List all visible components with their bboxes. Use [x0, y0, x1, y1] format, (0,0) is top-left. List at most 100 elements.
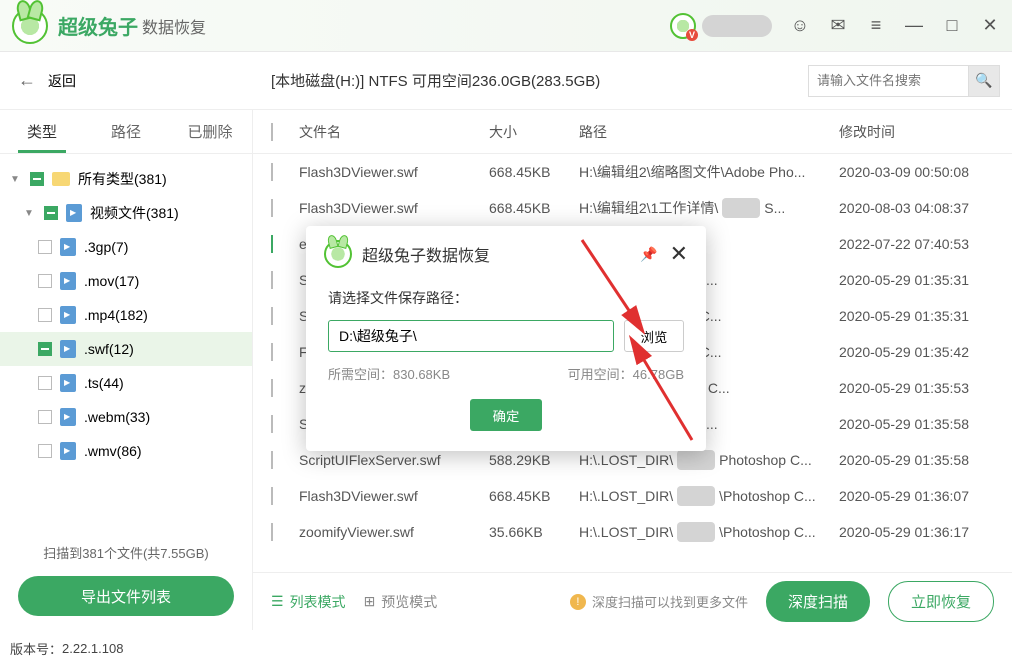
cell-mtime: 2020-08-03 04:08:37 — [839, 200, 1012, 216]
select-all-checkbox[interactable] — [271, 123, 273, 141]
checkbox-partial[interactable] — [38, 342, 52, 356]
row-checkbox[interactable] — [271, 451, 273, 469]
search-button[interactable]: 🔍 — [968, 65, 1000, 97]
row-checkbox[interactable] — [271, 415, 273, 433]
tree-label: .webm(33) — [84, 409, 150, 425]
checkbox[interactable] — [38, 444, 52, 458]
app-subtitle: 数据恢复 — [142, 14, 206, 38]
available-space: 可用空间：46.78GB — [568, 364, 684, 383]
bottom-toolbar: ☰ 列表模式 ⊞ 预览模式 ! 深度扫描可以找到更多文件 深度扫描 立即恢复 — [253, 572, 1012, 630]
preview-mode-button[interactable]: ⊞ 预览模式 — [364, 592, 438, 612]
app-title: 超级兔子 — [58, 11, 138, 40]
col-path[interactable]: 路径 — [579, 122, 839, 142]
video-file-icon — [60, 408, 76, 426]
checkbox-partial[interactable] — [30, 172, 44, 186]
cell-mtime: 2020-05-29 01:36:07 — [839, 488, 1012, 504]
checkbox[interactable] — [38, 240, 52, 254]
table-row[interactable]: Flash3DViewer.swf668.45KBH:\编辑组2\1工作详情\S… — [253, 190, 1012, 226]
tab-path[interactable]: 路径 — [84, 110, 168, 153]
dialog-logo-icon — [324, 240, 352, 268]
list-mode-button[interactable]: ☰ 列表模式 — [271, 592, 346, 612]
deep-scan-button[interactable]: 深度扫描 — [766, 581, 870, 622]
tree-ext-mp4[interactable]: .mp4(182) — [0, 298, 252, 332]
caret-down-icon: ▼ — [10, 174, 22, 185]
statusbar: 版本号： 2.22.1.108 — [0, 630, 123, 666]
close-icon[interactable]: ✕ — [980, 16, 1000, 36]
minimize-icon[interactable]: — — [904, 16, 924, 36]
cell-size: 668.45KB — [489, 488, 579, 504]
checkbox[interactable] — [38, 410, 52, 424]
back-button[interactable]: ← 返回 — [0, 52, 253, 109]
tree-label: .3gp(7) — [84, 239, 128, 255]
row-checkbox[interactable] — [271, 163, 273, 181]
tree-ext-3gp[interactable]: .3gp(7) — [0, 230, 252, 264]
save-path-input[interactable] — [328, 320, 614, 352]
checkbox[interactable] — [38, 376, 52, 390]
back-arrow-icon: ← — [18, 70, 36, 91]
cell-path: H:\.LOST_DIR\Photoshop C... — [579, 450, 839, 470]
checkbox[interactable] — [38, 308, 52, 322]
export-list-button[interactable]: 导出文件列表 — [18, 576, 234, 616]
browse-button[interactable]: 浏览 — [624, 320, 684, 352]
row-checkbox[interactable] — [271, 523, 273, 541]
save-path-dialog: 超级兔子数据恢复 📌 ✕ 请选择文件保存路径： 浏览 所需空间：830.68KB… — [306, 226, 706, 451]
checkbox[interactable] — [38, 274, 52, 288]
user-name-placeholder — [702, 15, 772, 37]
maximize-icon[interactable]: □ — [942, 16, 962, 36]
row-checkbox[interactable] — [271, 343, 273, 361]
cell-filename: Flash3DViewer.swf — [299, 488, 489, 504]
video-file-icon — [66, 204, 82, 222]
col-mtime[interactable]: 修改时间 — [839, 122, 1012, 142]
masked-text — [677, 486, 715, 506]
cell-path: H:\.LOST_DIR\\Photoshop C... — [579, 522, 839, 542]
tab-deleted[interactable]: 已删除 — [168, 110, 252, 153]
row-checkbox[interactable] — [271, 307, 273, 325]
cell-size: 35.66KB — [489, 524, 579, 540]
row-checkbox[interactable] — [271, 487, 273, 505]
table-row[interactable]: Flash3DViewer.swf668.45KBH:\编辑组2\缩略图文件\A… — [253, 154, 1012, 190]
row-checkbox[interactable] — [271, 235, 273, 253]
row-checkbox[interactable] — [271, 199, 273, 217]
tree-label: 所有类型(381) — [78, 169, 167, 189]
tree-ext-ts[interactable]: .ts(44) — [0, 366, 252, 400]
table-row[interactable]: zoomifyViewer.swf35.66KBH:\.LOST_DIR\\Ph… — [253, 514, 1012, 550]
menu-icon[interactable]: ≡ — [866, 16, 886, 36]
list-mode-label: 列表模式 — [290, 592, 346, 612]
tab-type[interactable]: 类型 — [0, 110, 84, 153]
confirm-button[interactable]: 确定 — [470, 399, 542, 431]
list-icon: ☰ — [271, 593, 284, 610]
col-filename[interactable]: 文件名 — [299, 122, 489, 142]
tree-ext-mov[interactable]: .mov(17) — [0, 264, 252, 298]
disk-info: [本地磁盘(H:)] NTFS 可用空间236.0GB(283.5GB) — [253, 70, 808, 91]
cell-mtime: 2020-03-09 00:50:08 — [839, 164, 1012, 180]
search-input[interactable] — [808, 65, 968, 97]
video-file-icon — [60, 340, 76, 358]
tree-label: .ts(44) — [84, 375, 124, 391]
caret-down-icon: ▼ — [24, 208, 36, 219]
feedback-icon[interactable]: ✉ — [828, 16, 848, 36]
table-row[interactable]: Flash3DViewer.swf668.45KBH:\.LOST_DIR\\P… — [253, 478, 1012, 514]
cell-mtime: 2020-05-29 01:35:31 — [839, 308, 1012, 324]
tree-ext-wmv[interactable]: .wmv(86) — [0, 434, 252, 468]
search-icon: 🔍 — [975, 72, 992, 89]
sidebar-tabs: 类型 路径 已删除 — [0, 110, 252, 154]
cell-mtime: 2022-07-22 07:40:53 — [839, 236, 1012, 252]
face-icon[interactable]: ☺ — [790, 16, 810, 36]
checkbox-partial[interactable] — [44, 206, 58, 220]
back-label: 返回 — [48, 71, 76, 91]
row-checkbox[interactable] — [271, 379, 273, 397]
pin-icon[interactable]: 📌 — [640, 246, 657, 263]
dialog-title: 超级兔子数据恢复 — [362, 242, 640, 266]
tree-all-types[interactable]: ▼ 所有类型(381) — [0, 162, 252, 196]
tree-ext-swf[interactable]: .swf(12) — [0, 332, 252, 366]
dialog-close-button[interactable]: ✕ — [670, 241, 688, 267]
recover-button[interactable]: 立即恢复 — [888, 581, 994, 622]
masked-text — [677, 522, 715, 542]
row-checkbox[interactable] — [271, 271, 273, 289]
col-size[interactable]: 大小 — [489, 122, 579, 142]
user-area[interactable] — [670, 13, 772, 39]
tree-ext-webm[interactable]: .webm(33) — [0, 400, 252, 434]
folder-icon — [52, 172, 70, 186]
tree-video-files[interactable]: ▼ 视频文件(381) — [0, 196, 252, 230]
scan-summary: 扫描到381个文件(共7.55GB) — [18, 543, 234, 562]
